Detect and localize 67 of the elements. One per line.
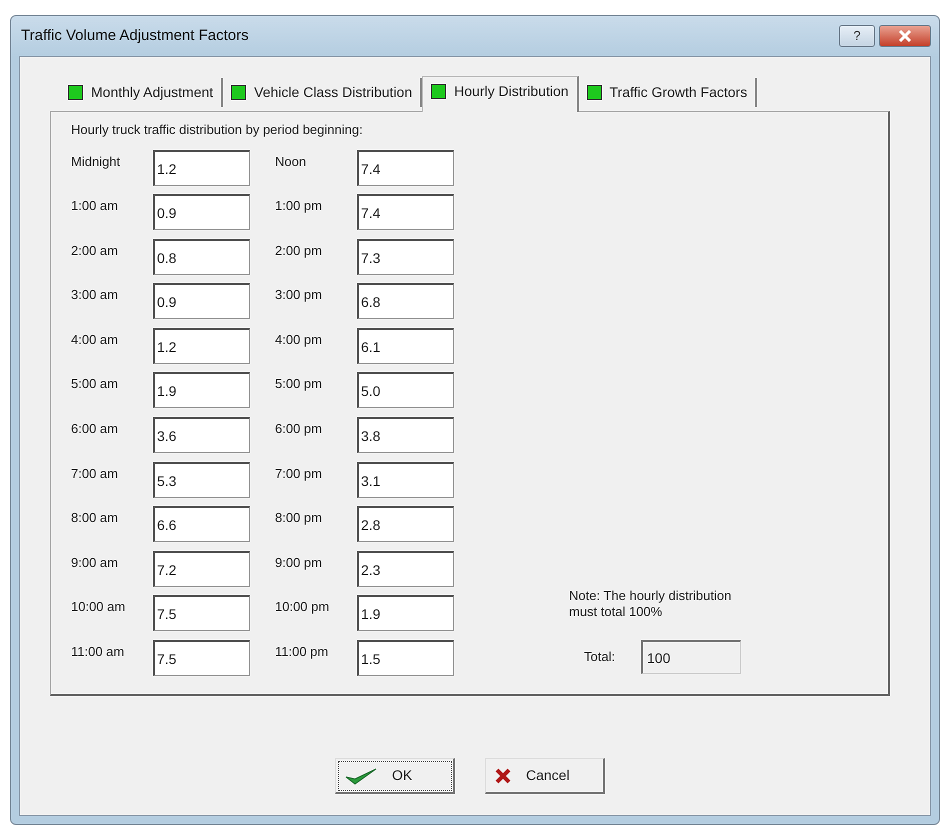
value-field[interactable]: 2.3 (357, 550, 454, 587)
help-button[interactable]: ? (839, 25, 875, 47)
hour-label: 11:00 pm (275, 643, 330, 662)
value-field[interactable]: 7.4 (357, 194, 454, 230)
value-field[interactable]: 3.6 (153, 417, 250, 454)
note-text: Note: The hourly distribution must total 100% (569, 588, 732, 620)
hour-label: 4:00 pm (275, 330, 323, 349)
tab[interactable]: Monthly Adjustment (60, 78, 224, 107)
value-field[interactable]: 7.2 (153, 550, 250, 587)
value-field[interactable]: 5.3 (153, 462, 250, 498)
value-field[interactable]: 7.5 (153, 640, 250, 676)
hour-label: 2:00 pm (275, 242, 323, 260)
status-square-icon (68, 85, 83, 100)
tab[interactable]: Hourly Distribution (422, 76, 579, 112)
hour-label: 5:00 am (71, 375, 119, 394)
value-field[interactable]: 1.9 (357, 595, 454, 632)
value-field[interactable]: 0.8 (153, 238, 250, 275)
value-field[interactable]: 5.0 (357, 372, 454, 408)
value-field[interactable]: 2.8 (357, 506, 454, 542)
section-heading: Hourly truck traffic distribution by period beginning: (71, 121, 364, 139)
hour-label: 8:00 am (71, 509, 119, 528)
hour-label: 2:00 am (71, 242, 119, 260)
value-field[interactable]: 6.8 (357, 283, 454, 320)
hour-label: Midnight (71, 152, 122, 171)
value-field[interactable]: 6.6 (153, 506, 250, 542)
tab[interactable]: Traffic Growth Factors (578, 78, 758, 107)
hour-label: 5:00 pm (275, 375, 323, 394)
value-field[interactable]: 1.9 (153, 372, 250, 408)
value-field[interactable]: 1.2 (153, 328, 250, 364)
hour-label: 6:00 pm (275, 420, 323, 438)
value-field[interactable]: 3.1 (357, 462, 454, 498)
value-field[interactable]: 1.2 (153, 150, 250, 186)
cancel-button[interactable]: Cancel (485, 758, 605, 794)
value-field[interactable]: 7.5 (153, 595, 250, 632)
hour-label: 9:00 am (71, 554, 119, 572)
hour-label: 8:00 pm (275, 509, 323, 528)
hour-label: 4:00 am (71, 330, 119, 349)
hour-label: Noon (275, 152, 308, 170)
hour-label: 6:00 am (71, 420, 119, 438)
value-field[interactable]: 7.3 (357, 238, 454, 275)
total-label: Total: (583, 648, 616, 666)
status-square-icon (431, 84, 446, 99)
hour-label: 10:00 am (71, 598, 126, 616)
hour-label: 7:00 am (71, 464, 119, 483)
cross-icon (494, 766, 512, 784)
hour-label: 7:00 pm (275, 464, 323, 483)
status-square-icon (586, 85, 602, 100)
hour-label: 11:00 am (71, 643, 126, 662)
hour-label: 1:00 am (71, 197, 119, 216)
total-field: 100 (641, 640, 741, 674)
hour-label: 9:00 pm (275, 554, 323, 572)
value-field[interactable]: 0.9 (153, 283, 250, 320)
ok-button[interactable]: OK (335, 758, 455, 794)
value-field[interactable]: 1.5 (357, 640, 454, 676)
value-field[interactable]: 3.8 (357, 417, 454, 454)
hour-label: 1:00 pm (275, 197, 323, 216)
value-field[interactable]: 7.4 (357, 150, 454, 186)
hour-label: 3:00 pm (275, 286, 323, 304)
window-title: Traffic Volume Adjustment Factors (20, 26, 249, 46)
status-square-icon (231, 85, 246, 100)
value-field[interactable]: 6.1 (357, 328, 454, 364)
value-field[interactable]: 0.9 (153, 194, 250, 230)
hour-label: 10:00 pm (275, 598, 330, 616)
close-button[interactable] (879, 25, 931, 47)
hour-label: 3:00 am (71, 286, 119, 304)
close-icon (898, 30, 912, 42)
checkmark-icon (344, 766, 378, 786)
